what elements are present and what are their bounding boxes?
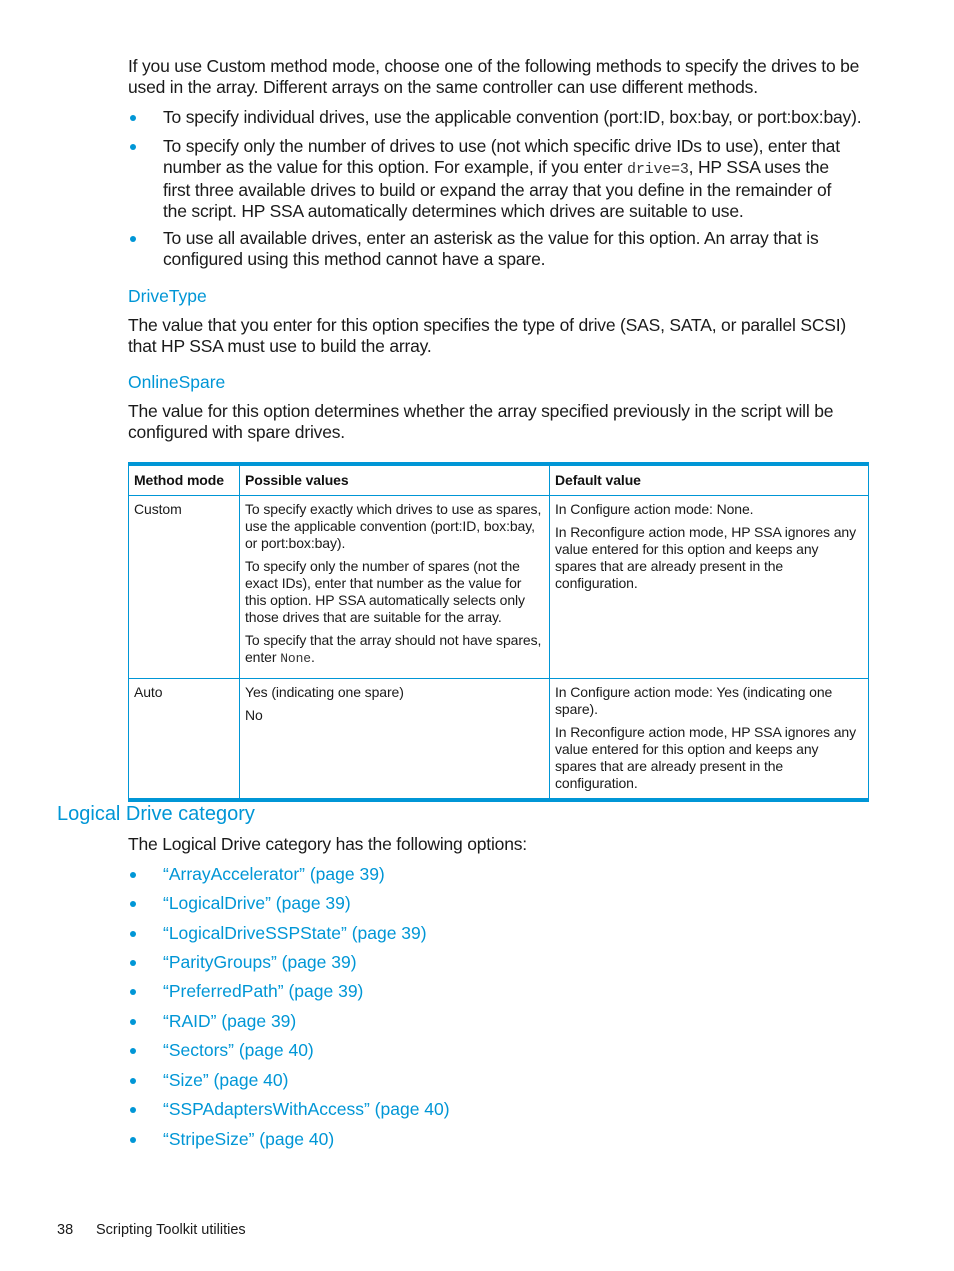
default-item: In Reconfigure action mode, HP SSA ignor… (555, 524, 856, 591)
bullet-icon (130, 115, 136, 121)
link-logical-drive-ssp-state[interactable]: “LogicalDriveSSPState” (page 39) (163, 923, 427, 944)
onlinespare-line-1: The value for this option determines whe… (128, 401, 834, 421)
value-item: No (245, 707, 263, 723)
drivetype-line-1: The value that you enter for this option… (128, 315, 847, 335)
link-ssp-adapters-with-access[interactable]: “SSPAdaptersWithAccess” (page 40) (163, 1099, 450, 1120)
bullet-text-line-2: number as the value for this option. For… (163, 157, 840, 180)
bullet-text-line-3: first three available drives to build or… (163, 180, 832, 200)
cell-mode: Auto (128, 678, 240, 801)
onlinespare-description: The value for this option determines whe… (128, 401, 833, 443)
header-possible-values: Possible values (239, 463, 550, 496)
bullet-icon (130, 1048, 136, 1054)
bullet-icon (130, 989, 136, 995)
code-drive-example: drive=3 (627, 161, 689, 178)
bullet-icon (130, 144, 136, 150)
link-stripe-size[interactable]: “StripeSize” (page 40) (163, 1129, 334, 1150)
cell-values: Yes (indicating one spare) No (239, 678, 550, 801)
bullet-icon (130, 960, 136, 966)
cell-values: To specify exactly which drives to use a… (239, 495, 550, 679)
table-row: Custom To specify exactly which drives t… (128, 495, 869, 679)
link-sectors[interactable]: “Sectors” (page 40) (163, 1040, 314, 1061)
footer-section-title: Scripting Toolkit utilities (96, 1222, 246, 1238)
bullet-text-line-1: To specify only the number of drives to … (163, 136, 840, 156)
default-item: In Reconfigure action mode, HP SSA ignor… (555, 724, 856, 791)
page-number: 38 (57, 1222, 74, 1238)
text-span: . (311, 649, 315, 665)
header-method-mode: Method mode (128, 463, 240, 496)
onlinespare-heading: OnlineSpare (128, 372, 226, 392)
text-span: , HP SSA uses the (688, 157, 829, 177)
link-preferred-path[interactable]: “PreferredPath” (page 39) (163, 981, 363, 1002)
value-item: To specify only the number of spares (no… (245, 558, 525, 625)
bullet-icon (130, 872, 136, 878)
value-item: To specify exactly which drives to use a… (245, 501, 542, 551)
code-none: None (280, 651, 312, 666)
cell-defaults: In Configure action mode: Yes (indicatin… (549, 678, 869, 801)
bullet-text: To specify individual drives, use the ap… (163, 107, 862, 127)
cell-defaults: In Configure action mode: None. In Recon… (549, 495, 869, 679)
bullet-text-line-4: the script. HP SSA automatically determi… (163, 201, 744, 221)
logical-drive-intro: The Logical Drive category has the follo… (128, 834, 527, 854)
intro-line-1: If you use Custom method mode, choose on… (128, 56, 860, 76)
drivetype-description: The value that you enter for this option… (128, 315, 846, 357)
drivetype-heading: DriveType (128, 286, 207, 306)
cell-mode: Custom (128, 495, 240, 679)
link-parity-groups[interactable]: “ParityGroups” (page 39) (163, 952, 357, 973)
table-header-row: Method mode Possible values Default valu… (128, 463, 869, 496)
bullet-icon (130, 1107, 136, 1113)
bullet-icon (130, 236, 136, 242)
bullet-text-line-1: To use all available drives, enter an as… (163, 228, 819, 248)
link-raid[interactable]: “RAID” (page 39) (163, 1011, 296, 1032)
header-default-value: Default value (549, 463, 869, 496)
bullet-icon (130, 1137, 136, 1143)
value-item: To specify that the array should not hav… (245, 632, 544, 667)
table-row: Auto Yes (indicating one spare) No In Co… (128, 678, 869, 801)
default-item: In Configure action mode: Yes (indicatin… (555, 684, 833, 717)
value-item: Yes (indicating one spare) (245, 684, 404, 700)
bullet-icon (130, 931, 136, 937)
link-array-accelerator[interactable]: “ArrayAccelerator” (page 39) (163, 864, 385, 885)
bullet-icon (130, 1078, 136, 1084)
text-span: number as the value for this option. For… (163, 157, 628, 177)
logical-drive-heading: Logical Drive category (57, 803, 255, 825)
link-size[interactable]: “Size” (page 40) (163, 1070, 288, 1091)
drivetype-line-2: that HP SSA must use to build the array. (128, 336, 432, 356)
intro-line-2: used in the array. Different arrays on t… (128, 77, 758, 97)
onlinespare-line-2: configured with spare drives. (128, 422, 345, 442)
link-logical-drive[interactable]: “LogicalDrive” (page 39) (163, 893, 351, 914)
onlinespare-table: Method mode Possible values Default valu… (128, 462, 869, 802)
bullet-icon (130, 901, 136, 907)
intro-paragraph: If you use Custom method mode, choose on… (128, 56, 888, 98)
default-item: In Configure action mode: None. (555, 501, 754, 517)
bullet-text-line-2: configured using this method cannot have… (163, 249, 546, 269)
bullet-icon (130, 1019, 136, 1025)
